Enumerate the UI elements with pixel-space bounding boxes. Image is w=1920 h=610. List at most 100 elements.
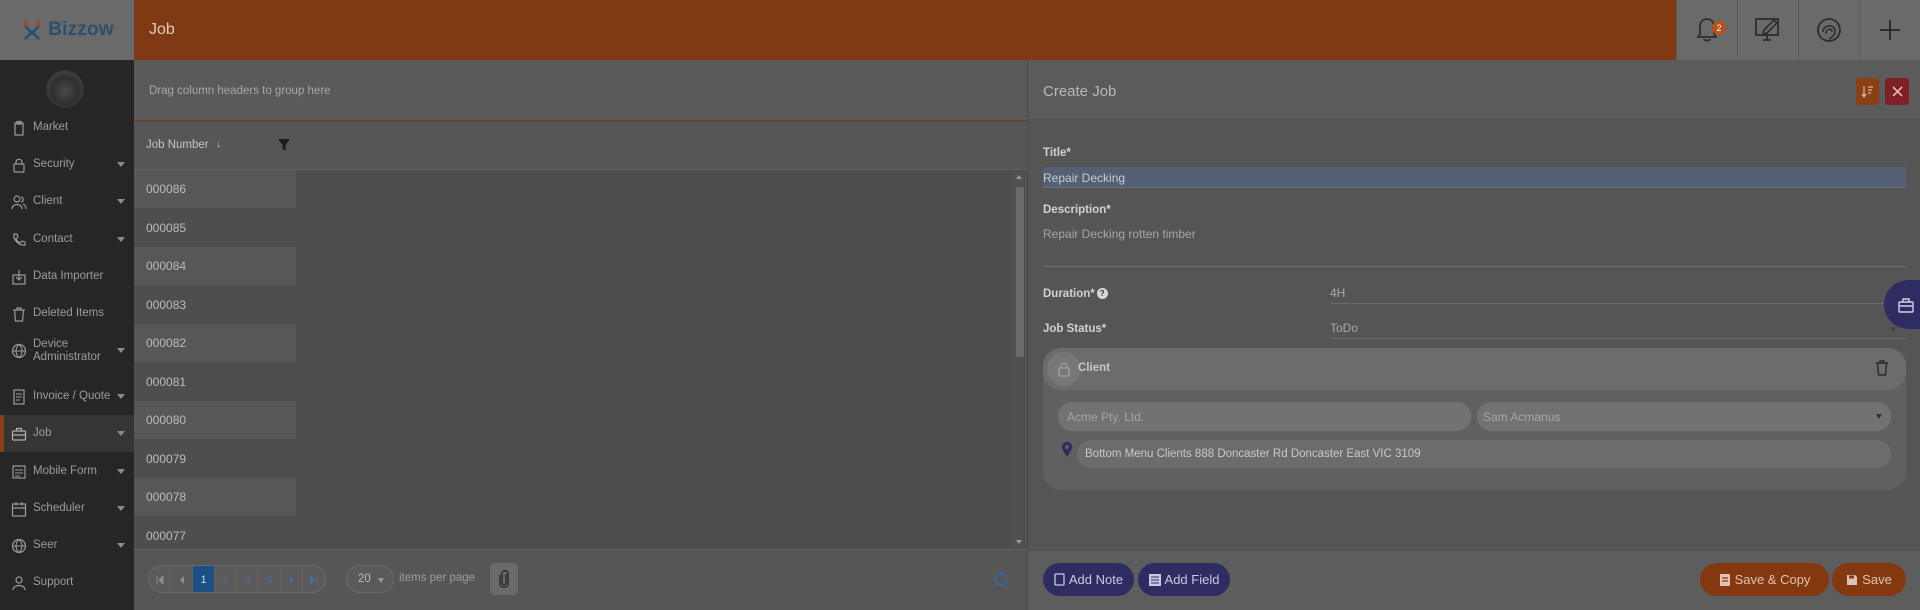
table-row[interactable]: 000079 [134, 440, 296, 478]
add-field-button[interactable]: Add Field [1138, 563, 1230, 596]
edit-screen-icon [1755, 18, 1779, 41]
table-row[interactable]: 000084 [134, 247, 296, 285]
table-row[interactable]: 000080 [134, 401, 296, 439]
clipboard-icon [14, 120, 24, 136]
sort-fields-button[interactable] [1856, 78, 1879, 105]
chevron-down-icon [117, 506, 125, 511]
sidebar-item-label: Security [33, 158, 75, 170]
chevron-down-icon [117, 162, 125, 167]
next-page-button[interactable] [281, 566, 303, 592]
page-size-select[interactable]: 20 [346, 565, 394, 593]
table-row[interactable]: 000086 [134, 170, 296, 208]
sidebar-item-device-administrator[interactable]: Device Administrator [0, 332, 134, 369]
first-page-icon [156, 576, 163, 584]
refresh-icon[interactable] [993, 571, 1010, 588]
top-bar: Bizzow Job 2 [0, 0, 1920, 60]
trash-icon[interactable] [1875, 360, 1889, 376]
client-company-field[interactable]: Acme Pty. Ltd. [1058, 402, 1471, 431]
page-number-button[interactable]: 2 [215, 566, 237, 592]
table-row[interactable]: 000083 [134, 286, 296, 324]
prev-page-button[interactable] [171, 566, 193, 592]
sidebar-item-seer[interactable]: Seer [0, 527, 134, 564]
job-status-select[interactable]: ToDo [1330, 317, 1906, 339]
chevron-down-icon [117, 237, 125, 242]
client-lock-icon [1047, 352, 1081, 386]
save-icon [1847, 574, 1858, 585]
save-and-copy-label: Save & Copy [1734, 572, 1811, 587]
edit-screen-button[interactable] [1737, 0, 1798, 60]
fingerprint-button[interactable] [1798, 0, 1859, 60]
form-icon [12, 464, 26, 479]
scroll-down-icon[interactable] [1016, 540, 1022, 544]
job-status-value: ToDo [1330, 321, 1359, 335]
chevron-down-icon [117, 431, 125, 436]
sidebar-item-label: Scheduler [33, 502, 85, 514]
import-icon [12, 269, 26, 285]
briefcase-icon [11, 427, 27, 441]
scroll-up-icon[interactable] [1016, 175, 1022, 179]
chevron-down-icon [117, 543, 125, 548]
table-row[interactable]: 000082 [134, 324, 296, 362]
vertical-scrollbar[interactable] [1012, 170, 1027, 549]
chevron-down-icon [1876, 414, 1882, 419]
add-new-button[interactable] [1859, 0, 1920, 60]
export-button[interactable] [490, 563, 518, 595]
client-card: Client Acme Pty. Ltd. Sam Acmanus Bottom… [1043, 348, 1906, 490]
sidebar-item-label: Device Administrator [33, 337, 101, 363]
sidebar-item-invoice-quote[interactable]: Invoice / Quote [0, 378, 134, 415]
duration-input[interactable]: 4H [1330, 282, 1906, 304]
client-contact-select[interactable]: Sam Acmanus [1477, 402, 1891, 431]
sort-desc-icon[interactable]: ↓ [216, 138, 222, 150]
sidebar-item-support[interactable]: Support [0, 564, 134, 601]
sidebar-item-label: Client [33, 195, 63, 207]
sort-icon [1861, 86, 1873, 98]
page-size-value: 20 [358, 573, 371, 585]
pager-nav: 1 2 3 4 [148, 565, 326, 593]
close-panel-button[interactable] [1885, 78, 1909, 105]
sidebar-item-security[interactable]: Security [0, 146, 134, 183]
notifications-button[interactable]: 2 [1676, 0, 1737, 60]
sidebar-item-deleted-items[interactable]: Deleted Items [0, 295, 134, 332]
add-field-label: Add Field [1164, 572, 1220, 587]
save-and-copy-button[interactable]: Save & Copy [1700, 563, 1829, 596]
table-row[interactable]: 000085 [134, 209, 296, 247]
sidebar-item-mobile-form[interactable]: Mobile Form [0, 453, 134, 490]
add-note-button[interactable]: Add Note [1043, 563, 1134, 596]
sidebar-item-label: Data Importer [33, 270, 104, 282]
globe-icon [11, 538, 27, 553]
client-address[interactable]: Bottom Menu Clients 888 Doncaster Rd Don… [1077, 440, 1891, 468]
column-header-job-number[interactable]: Job Number [146, 139, 209, 151]
grid-body: 000086 000085 000084 000083 000082 000081 0000… [134, 170, 1027, 549]
filter-icon[interactable] [277, 138, 291, 152]
help-icon[interactable]: ? [1096, 288, 1108, 299]
first-page-button[interactable] [149, 566, 171, 592]
group-hint-text: Drag column headers to group here [149, 85, 331, 97]
job-status-label: Job Status* [1043, 323, 1107, 335]
table-row[interactable]: 000081 [134, 363, 296, 401]
title-input[interactable]: Repair Decking [1043, 167, 1906, 188]
page-number-button[interactable]: 4 [259, 566, 281, 592]
sidebar-item-label: Market [33, 121, 69, 133]
save-button[interactable]: Save [1832, 563, 1906, 596]
grid-header: Job Number ↓ [134, 122, 1027, 170]
sidebar-item-job[interactable]: Job [0, 415, 134, 452]
description-textarea[interactable]: Repair Decking rotten timber [1043, 223, 1906, 267]
user-avatar[interactable] [46, 70, 84, 108]
sidebar-item-client[interactable]: Client [0, 183, 134, 220]
sidebar-item-data-importer[interactable]: Data Importer [0, 258, 134, 295]
sidebar-item-label: Deleted Items [33, 307, 104, 319]
sidebar-item-contact[interactable]: Contact [0, 221, 134, 258]
page-number-button[interactable]: 3 [237, 566, 259, 592]
sidebar-item-scheduler[interactable]: Scheduler [0, 490, 134, 527]
add-note-label: Add Note [1068, 572, 1124, 587]
group-by-bar[interactable]: Drag column headers to group here [134, 60, 1027, 121]
copy-document-icon [1719, 573, 1730, 586]
prev-page-icon [179, 576, 184, 584]
table-row[interactable]: 000078 [134, 478, 296, 516]
app-logo[interactable]: Bizzow [0, 0, 134, 60]
page-number-button[interactable]: 1 [193, 566, 215, 592]
sidebar-item-market[interactable]: Market [0, 109, 134, 146]
trash-icon [13, 306, 25, 322]
last-page-button[interactable] [303, 566, 325, 592]
scrollbar-thumb[interactable] [1016, 187, 1024, 357]
